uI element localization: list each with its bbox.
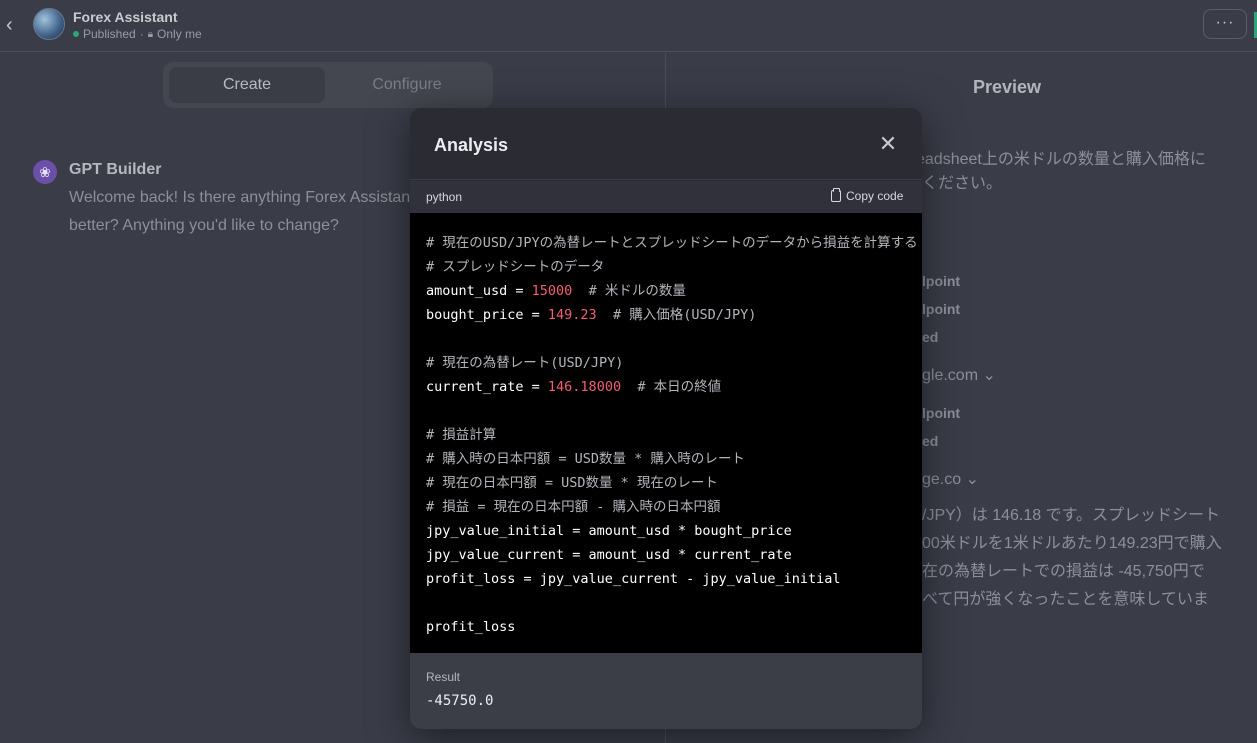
code-line: # 現在のUSD/JPYの為替レートとスプレッドシートのデータから損益を計算する [426,231,918,255]
preview-title: Preview [973,77,1042,97]
code-line: # 購入時の日本円額 = USD数量 * 購入時のレート [426,447,918,471]
preview-domain-label: ge.co [922,471,962,488]
published-dot-icon [73,31,79,37]
code-language: python [426,190,463,204]
preview-domain[interactable]: gle.com ⌄ [922,365,996,385]
builder-name: GPT Builder [69,161,162,178]
code-line: # 現在の日本円額 = USD数量 * 現在のレート [426,471,918,495]
preview-text: eadsheet上の米ドルの数量と購入価格に [916,151,1206,168]
code-comment: # 購入時の日本円額 = USD数量 * 購入時のレート [426,451,745,467]
result-value: -45750.0 [426,693,494,709]
preview-domain-label: gle.com [922,367,979,384]
status-separator: · [139,27,144,41]
code-comment: # スプレッドシートのデータ [426,259,605,275]
code-lines: # 現在のUSD/JPYの為替レートとスプレッドシートのデータから損益を計算する… [426,231,918,639]
code-text: current_rate = [426,379,548,395]
code-text: profit_loss [426,619,516,635]
code-comment: # 損益 = 現在の日本円額 - 購入時の日本円額 [426,499,721,515]
code-comment: # 米ドルの数量 [572,283,686,299]
lock-icon: 🔒︎ [147,28,154,40]
close-icon[interactable]: ✕ [876,133,900,157]
code-comment: # 本日の終値 [621,379,722,395]
top-bar: ‹ Forex Assistant Published · 🔒︎ Only me… [0,0,1257,52]
code-line: amount_usd = 15000 # 米ドルの数量 [426,279,918,303]
gpt-title: Forex Assistant [73,9,178,25]
code-comment: # 現在の為替レート(USD/JPY) [426,355,624,371]
code-block: # 現在のUSD/JPYの為替レートとスプレッドシートのデータから損益を計算する… [410,213,922,653]
modal-header: Analysis ✕ [410,108,922,180]
more-options-button[interactable]: ··· [1203,9,1247,39]
code-comment: # 現在のUSD/JPYの為替レートとスプレッドシートのデータから損益を計算する [426,235,918,251]
code-line: profit_loss [426,615,918,639]
mode-tabs: Create Configure [163,62,493,108]
code-text: jpy_value_initial = amount_usd * bought_… [426,523,792,539]
code-number: 149.23 [547,307,597,323]
code-number: 146.18000 [547,379,622,395]
preview-answer: /JPY）は 146.18 です。スプレッドシート [922,507,1221,524]
code-text: profit_loss = jpy_value_current - jpy_va… [426,571,841,587]
code-header: python Copy code [410,181,922,213]
preview-action: lpoint [922,301,961,317]
preview-action: lpoint [922,405,961,421]
preview-answer: 00米ドルを1米ドルあたり149.23円で購入 [922,535,1222,552]
code-comment: # 購入価格(USD/JPY) [596,307,757,323]
code-line: jpy_value_initial = amount_usd * bought_… [426,519,918,543]
preview-answer: 在の為替レートでの損益は -45,750円で [922,563,1205,580]
code-text: amount_usd = [426,283,532,299]
code-comment: # 損益計算 [426,427,497,443]
status-visibility: Only me [157,27,202,41]
code-line: # 現在の為替レート(USD/JPY) [426,351,918,375]
gpt-avatar [33,8,65,40]
result-label: Result [426,670,461,684]
code-text: jpy_value_current = amount_usd * current… [426,547,792,563]
chevron-down-icon: ⌄ [982,367,996,384]
result-panel: Result -45750.0 [410,653,922,729]
preview-answer: べて円が強くなったことを意味していま [922,591,1209,608]
code-text: bought_price = [426,307,548,323]
tab-create[interactable]: Create [169,67,325,103]
preview-action: lpoint [922,273,961,289]
code-line: # 損益 = 現在の日本円額 - 購入時の日本円額 [426,495,918,519]
code-line: profit_loss = jpy_value_current - jpy_va… [426,567,918,591]
tab-configure[interactable]: Configure [329,67,485,103]
code-number: 15000 [531,283,573,299]
gpt-status: Published · 🔒︎ Only me [73,27,202,41]
preview-domain[interactable]: ge.co ⌄ [922,469,979,489]
copy-code-label: Copy code [846,189,904,203]
copy-code-button[interactable]: Copy code [831,188,904,203]
code-line: # 損益計算 [426,423,918,447]
clipboard-icon [831,188,841,202]
preview-text: ください。 [922,175,1003,192]
chevron-left-icon[interactable]: ‹ [6,14,22,36]
code-line: current_rate = 146.18000 # 本日の終値 [426,375,918,399]
modal-title: Analysis [434,135,509,155]
preview-action: ed [922,329,939,345]
code-line: bought_price = 149.23 # 購入価格(USD/JPY) [426,303,918,327]
code-line: jpy_value_current = amount_usd * current… [426,543,918,567]
chevron-down-icon: ⌄ [965,471,979,488]
status-published: Published [83,27,136,41]
gpt-builder-icon: ❀ [33,160,57,184]
analysis-modal: Analysis ✕ python Copy code # 現在のUSD/JPY… [410,108,922,729]
code-line: # スプレッドシートのデータ [426,255,918,279]
builder-message: Welcome back! Is there anything Forex As… [69,189,415,234]
code-comment: # 現在の日本円額 = USD数量 * 現在のレート [426,475,718,491]
preview-action: ed [922,433,939,449]
